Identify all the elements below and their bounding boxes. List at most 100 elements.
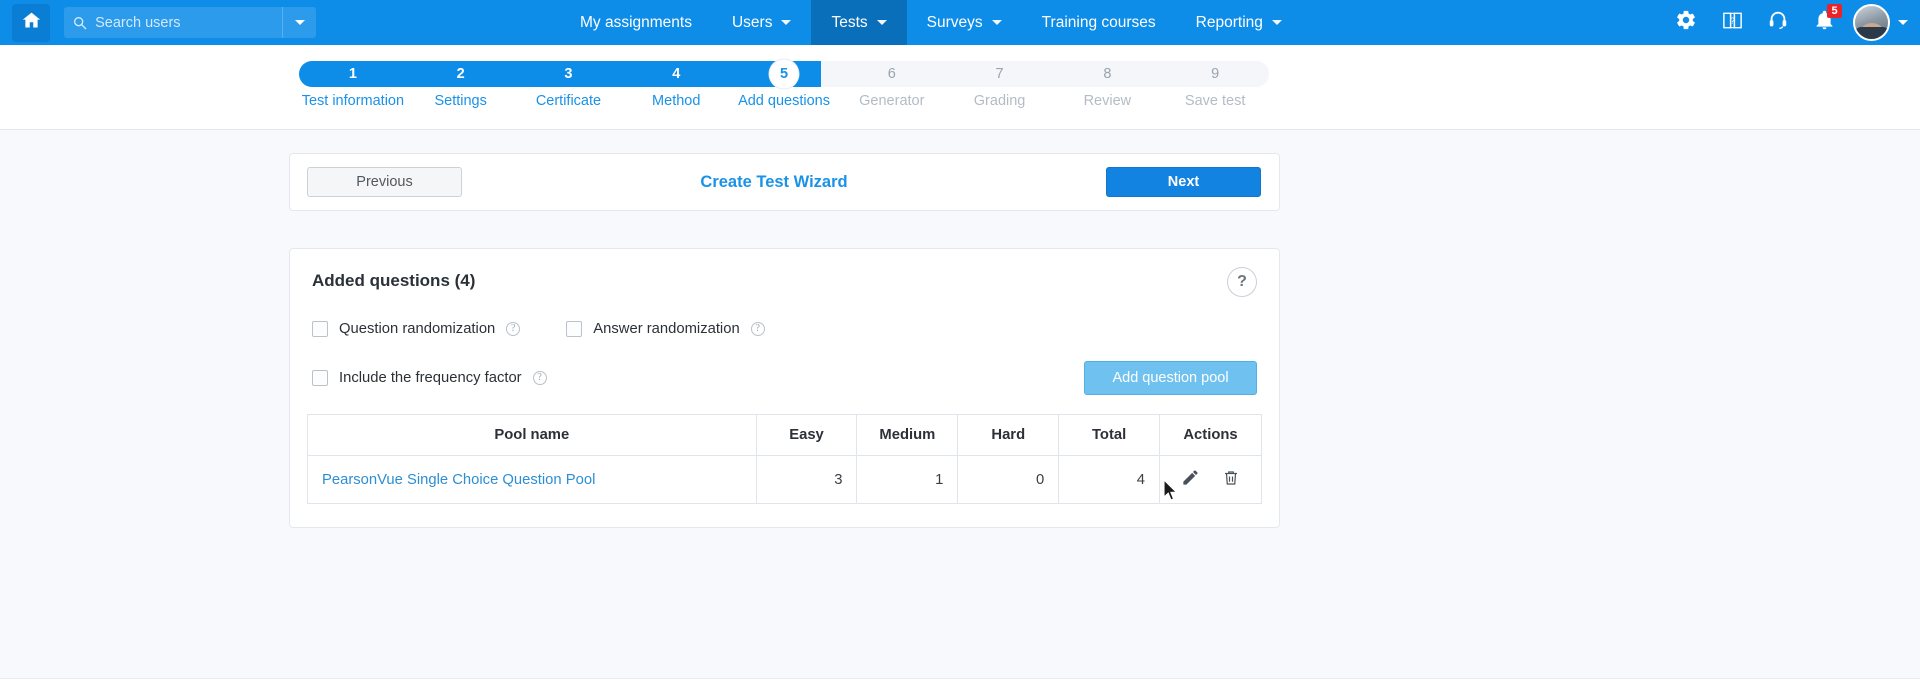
- option-answer-randomization[interactable]: Answer randomization ?: [566, 321, 765, 337]
- nav-label: Training courses: [1041, 13, 1156, 31]
- answer-randomization-checkbox[interactable]: [566, 321, 583, 337]
- table-header-row: Pool name Easy Medium Hard Total Actions: [307, 414, 1262, 456]
- question-randomization-checkbox[interactable]: [312, 321, 328, 337]
- home-button[interactable]: [12, 3, 50, 42]
- page-bottom-strip: [0, 678, 1920, 686]
- wizard-stepper: 1 2 3 4 5 6 7 8 9 Test information Setti…: [0, 45, 1920, 130]
- randomization-options-row: Question randomization ? Answer randomiz…: [290, 321, 1279, 337]
- nav-surveys[interactable]: Surveys: [907, 0, 1022, 45]
- settings-button[interactable]: [1663, 0, 1709, 45]
- option-label: Answer randomization: [593, 321, 740, 337]
- th-total: Total: [1058, 414, 1161, 456]
- step-number: 9: [1211, 66, 1220, 82]
- added-questions-card: Added questions (4) ? Question randomiza…: [289, 248, 1280, 528]
- step-label-save-test: Save test: [1184, 93, 1246, 109]
- step-8: 8: [1053, 61, 1161, 87]
- option-include-frequency-factor[interactable]: Include the frequency factor ?: [312, 370, 547, 386]
- nav-my-assignments[interactable]: My assignments: [560, 0, 712, 45]
- step-2[interactable]: 2: [407, 61, 515, 87]
- top-right-actions: ? 5: [1663, 0, 1912, 45]
- frequency-factor-help-icon[interactable]: ?: [532, 371, 547, 385]
- step-label-grading: Grading: [973, 93, 1026, 109]
- chevron-down-icon: [1271, 20, 1282, 25]
- th-pool-name: Pool name: [307, 414, 757, 456]
- next-button[interactable]: Next: [1106, 167, 1261, 197]
- step-3[interactable]: 3: [515, 61, 623, 87]
- th-medium: Medium: [856, 414, 959, 456]
- page-title: Create Test Wizard: [700, 172, 848, 191]
- option-label: Include the frequency factor: [339, 370, 522, 386]
- table-row: PearsonVue Single Choice Question Pool 3…: [307, 455, 1262, 504]
- svg-text:?: ?: [1730, 15, 1735, 25]
- th-actions: Actions: [1159, 414, 1262, 456]
- th-easy: Easy: [755, 414, 858, 456]
- step-1[interactable]: 1: [299, 61, 407, 87]
- step-number: 5: [779, 66, 789, 82]
- support-button[interactable]: [1755, 0, 1801, 45]
- question-pools-table-wrap: Pool name Easy Medium Hard Total Actions…: [290, 414, 1279, 504]
- cell-pool-name: PearsonVue Single Choice Question Pool: [307, 455, 757, 504]
- nav-training-courses[interactable]: Training courses: [1022, 0, 1176, 45]
- main-menu: My assignments Users Tests Surveys Train…: [560, 0, 1302, 45]
- add-question-pool-button[interactable]: Add question pool: [1084, 361, 1257, 395]
- pool-name-link[interactable]: PearsonVue Single Choice Question Pool: [322, 472, 595, 488]
- stepper-track-wrap: 1 2 3 4 5 6 7 8 9: [299, 59, 1269, 89]
- frequency-factor-checkbox[interactable]: [312, 370, 328, 386]
- step-number: 1: [348, 66, 357, 82]
- chevron-down-icon: [781, 20, 792, 25]
- edit-pencil-icon[interactable]: [1181, 468, 1200, 491]
- search-input[interactable]: [95, 14, 283, 31]
- step-label-test-information[interactable]: Test information: [299, 93, 407, 109]
- question-pools-table: Pool name Easy Medium Hard Total Actions…: [307, 414, 1262, 504]
- delete-trash-icon[interactable]: [1222, 469, 1240, 491]
- help-icon[interactable]: ?: [1227, 267, 1257, 297]
- option-label: Question randomization: [339, 321, 496, 337]
- cell-hard: 0: [957, 455, 1060, 504]
- step-6: 6: [838, 61, 946, 87]
- nav-users[interactable]: Users: [712, 0, 811, 45]
- step-number: 4: [672, 66, 681, 82]
- notifications-button[interactable]: 5: [1801, 0, 1847, 45]
- step-label-review: Review: [1083, 93, 1132, 109]
- nav-label: My assignments: [580, 13, 692, 31]
- step-number: 6: [887, 66, 896, 82]
- question-randomization-help-icon[interactable]: ?: [506, 322, 521, 336]
- step-label-method[interactable]: Method: [622, 93, 730, 109]
- step-number: 7: [995, 66, 1004, 82]
- option-question-randomization[interactable]: Question randomization ?: [312, 321, 521, 337]
- step-4[interactable]: 4: [622, 61, 730, 87]
- nav-label: Users: [731, 13, 773, 31]
- nav-label: Tests: [831, 13, 868, 31]
- nav-tests[interactable]: Tests: [811, 0, 907, 45]
- wizard-navigation-card: Previous Create Test Wizard Next: [289, 153, 1280, 211]
- th-hard: Hard: [957, 414, 1060, 456]
- help-button[interactable]: ?: [1709, 0, 1755, 45]
- step-label-generator: Generator: [859, 93, 925, 109]
- card-header: Added questions (4) ?: [290, 249, 1279, 297]
- step-label-add-questions[interactable]: Add questions: [730, 93, 838, 109]
- step-9: 9: [1161, 61, 1269, 87]
- chevron-down-icon: [294, 20, 305, 25]
- stepper-steps: 1 2 3 4 5 6 7 8 9: [299, 59, 1269, 89]
- search-icon: [64, 15, 95, 31]
- step-number: 3: [564, 66, 573, 82]
- step-label-settings[interactable]: Settings: [407, 93, 515, 109]
- search-scope-dropdown[interactable]: [283, 20, 316, 25]
- search-users-box[interactable]: [64, 7, 316, 38]
- user-menu[interactable]: [1853, 4, 1908, 41]
- gear-icon: [1675, 9, 1697, 36]
- step-5[interactable]: 5: [730, 59, 838, 89]
- page-body: Previous Create Test Wizard Next Added q…: [0, 130, 1920, 686]
- added-questions-heading: Added questions (4): [312, 271, 476, 290]
- nav-reporting[interactable]: Reporting: [1176, 0, 1302, 45]
- step-label-certificate[interactable]: Certificate: [515, 93, 623, 109]
- notification-badge: 5: [1827, 4, 1842, 18]
- avatar: [1853, 4, 1890, 41]
- chevron-down-icon: [876, 20, 887, 25]
- previous-button[interactable]: Previous: [307, 167, 462, 197]
- stepper-labels: Test information Settings Certificate Me…: [299, 93, 1269, 109]
- answer-randomization-help-icon[interactable]: ?: [750, 322, 765, 336]
- cell-easy: 3: [755, 455, 858, 504]
- cell-medium: 1: [856, 455, 959, 504]
- chevron-down-icon: [1898, 20, 1908, 25]
